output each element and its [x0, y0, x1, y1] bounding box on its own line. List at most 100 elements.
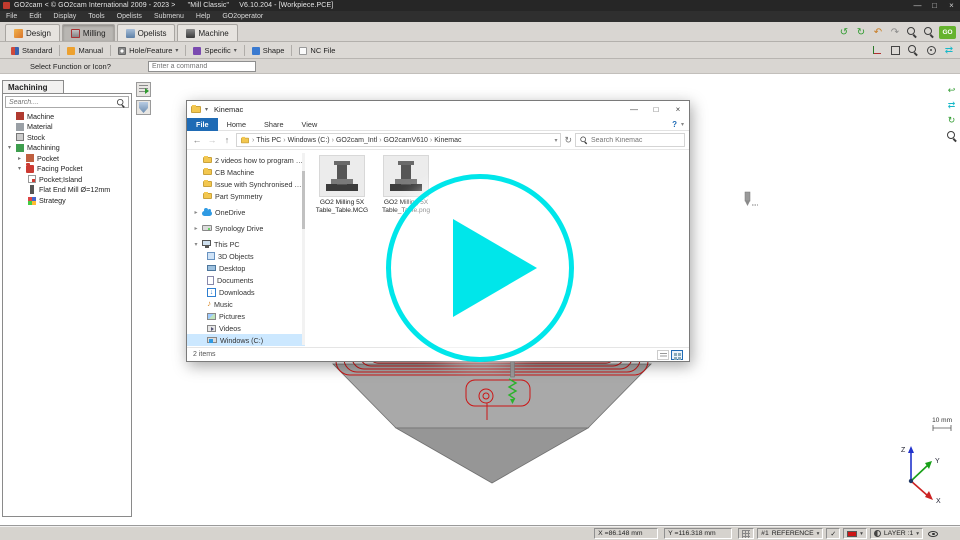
- machining-panel-tab[interactable]: Machining: [2, 80, 64, 93]
- tree-expand-icon[interactable]: ▸: [16, 155, 23, 162]
- menu-edit[interactable]: Edit: [23, 11, 47, 22]
- dynamic-view-icon[interactable]: ⇄: [942, 43, 956, 57]
- redo-icon[interactable]: ↷: [888, 25, 902, 39]
- breadcrumb-kinemac[interactable]: Kinemac: [434, 137, 461, 144]
- address-dropdown-icon[interactable]: ▾: [554, 137, 557, 144]
- breadcrumb-windows-c[interactable]: Windows (C:): [288, 137, 330, 144]
- sidebar-item-downloads[interactable]: ↓ Downloads: [187, 286, 305, 298]
- redraw-icon[interactable]: ↻: [945, 114, 958, 127]
- close-button[interactable]: ×: [943, 0, 960, 11]
- tree-item-flat-end-mill[interactable]: Flat End Mill Ø=12mm: [3, 185, 131, 196]
- chevron-right-icon[interactable]: ▸: [193, 209, 199, 216]
- ribbon-tab-home[interactable]: Home: [218, 118, 255, 131]
- help-icon[interactable]: ?: [672, 120, 681, 129]
- tree-item-stock[interactable]: Stock: [3, 132, 131, 143]
- specific-button[interactable]: Specific ▾: [187, 44, 242, 58]
- visibility-icon[interactable]: [928, 531, 938, 537]
- color-selector[interactable]: ▾: [843, 528, 867, 539]
- thumbnails-view-button[interactable]: [671, 350, 683, 360]
- forward-icon[interactable]: →: [206, 135, 218, 145]
- maximize-button[interactable]: □: [926, 0, 943, 11]
- tab-design[interactable]: Design: [5, 24, 60, 41]
- minimize-button[interactable]: —: [909, 0, 926, 11]
- protection-button[interactable]: [136, 100, 151, 115]
- menu-file[interactable]: File: [0, 11, 23, 22]
- tab-machine[interactable]: Machine: [177, 24, 237, 41]
- menu-display[interactable]: Display: [47, 11, 82, 22]
- breadcrumb-go2cam-intl[interactable]: GO2cam_Intl: [336, 137, 377, 144]
- menu-go2operator[interactable]: GO2operator: [216, 11, 269, 22]
- sidebar-item-cb-machine[interactable]: CB Machine: [187, 166, 305, 178]
- search-icon[interactable]: [117, 99, 125, 107]
- sidebar-item-videos[interactable]: Videos: [187, 322, 305, 334]
- explorer-titlebar[interactable]: ▾ Kinemac — □ ×: [187, 101, 689, 118]
- refresh-icon[interactable]: ↻: [564, 135, 572, 146]
- sidebar-item-this-pc[interactable]: ▾ This PC: [187, 238, 305, 250]
- explorer-maximize-button[interactable]: □: [645, 101, 667, 118]
- ribbon-collapse-icon[interactable]: ▾: [681, 121, 689, 128]
- tab-opelists[interactable]: Opelists: [117, 24, 176, 41]
- ribbon-tab-share[interactable]: Share: [255, 118, 292, 131]
- sidebar-item-videos-folder[interactable]: 2 videos how to program a 3X Debr: [187, 154, 305, 166]
- hole-feature-button[interactable]: Hole/Feature ▾: [112, 44, 184, 58]
- sidebar-item-part-symmetry[interactable]: Part Symmetry: [187, 190, 305, 202]
- shape-button[interactable]: Shape: [246, 44, 291, 58]
- menu-help[interactable]: Help: [190, 11, 216, 22]
- pan-view-icon[interactable]: ⇄: [945, 99, 958, 112]
- video-play-button[interactable]: [386, 174, 574, 362]
- zoom-fit-icon[interactable]: [922, 25, 936, 39]
- check-toggle-button[interactable]: ✓: [826, 528, 840, 539]
- details-view-button[interactable]: [657, 350, 669, 360]
- axes-display-icon[interactable]: [870, 43, 884, 57]
- explorer-search-input[interactable]: [591, 137, 681, 144]
- tree-collapse-icon[interactable]: ▾: [6, 144, 13, 151]
- breadcrumb[interactable]: › This PC › Windows (C:) › GO2cam_Intl ›…: [236, 133, 561, 147]
- breadcrumb-go2camv610[interactable]: GO2camV610: [384, 137, 428, 144]
- ribbon-tab-file[interactable]: File: [187, 118, 218, 131]
- sidebar-item-music[interactable]: ♪ Music: [187, 298, 305, 310]
- tree-search-input[interactable]: [6, 99, 106, 106]
- chevron-down-icon[interactable]: ▾: [193, 241, 199, 248]
- tree-item-pocket-island[interactable]: Pocket;Island: [3, 174, 131, 185]
- up-icon[interactable]: ↑: [221, 135, 233, 145]
- quick-access-toolbar-icon[interactable]: ▾: [205, 106, 208, 113]
- breadcrumb-this-pc[interactable]: This PC: [256, 137, 281, 144]
- sidebar-item-3d-objects[interactable]: 3D Objects: [187, 250, 305, 262]
- file-item-mcg[interactable]: GO2 Milling 5X Table_Table.MCG: [313, 155, 371, 214]
- tree-item-strategy[interactable]: Strategy: [3, 195, 131, 206]
- back-icon[interactable]: ←: [191, 135, 203, 145]
- explorer-minimize-button[interactable]: —: [623, 101, 645, 118]
- tree-item-pocket[interactable]: ▸ Pocket: [3, 153, 131, 164]
- menu-opelists[interactable]: Opelists: [111, 11, 148, 22]
- tree-item-machine[interactable]: Machine: [3, 111, 131, 122]
- undo-icon[interactable]: ↶: [871, 25, 885, 39]
- nc-file-button[interactable]: NC File: [293, 44, 341, 58]
- sidebar-item-windows-c[interactable]: Windows (C:): [187, 334, 305, 346]
- sidebar-item-synchronised-tools[interactable]: Issue with Synchronised Tools: [187, 178, 305, 190]
- tree-item-facing-pocket[interactable]: ▾ Facing Pocket: [3, 164, 131, 175]
- zoom-in-icon[interactable]: [905, 25, 919, 39]
- selection-filter-icon[interactable]: [888, 43, 902, 57]
- tree-collapse-icon[interactable]: ▾: [16, 165, 23, 172]
- menu-tools[interactable]: Tools: [82, 11, 110, 22]
- standard-button[interactable]: Standard: [5, 44, 58, 58]
- zoom-tool-icon[interactable]: [945, 129, 958, 142]
- sidebar-item-documents[interactable]: Documents: [187, 274, 305, 286]
- operation-list-button[interactable]: [136, 82, 151, 97]
- ribbon-tab-view[interactable]: View: [293, 118, 327, 131]
- explorer-close-button[interactable]: ×: [667, 101, 689, 118]
- settings-icon[interactable]: [924, 43, 938, 57]
- tab-milling[interactable]: Milling: [62, 24, 115, 41]
- sidebar-item-pictures[interactable]: Pictures: [187, 310, 305, 322]
- menu-submenu[interactable]: Submenu: [148, 11, 190, 22]
- tree-item-material[interactable]: Material: [3, 122, 131, 133]
- chevron-right-icon[interactable]: ▸: [193, 225, 199, 232]
- previous-view-icon[interactable]: ↩: [945, 84, 958, 97]
- zoom-window-icon[interactable]: [906, 43, 920, 57]
- grid-toggle-button[interactable]: [738, 528, 754, 539]
- go2-operator-badge[interactable]: GO: [939, 26, 956, 39]
- sidebar-item-desktop[interactable]: Desktop: [187, 262, 305, 274]
- reference-selector[interactable]: #1 REFERENCE ▾: [757, 528, 823, 539]
- manual-button[interactable]: Manual: [61, 44, 109, 58]
- command-input[interactable]: [148, 61, 256, 72]
